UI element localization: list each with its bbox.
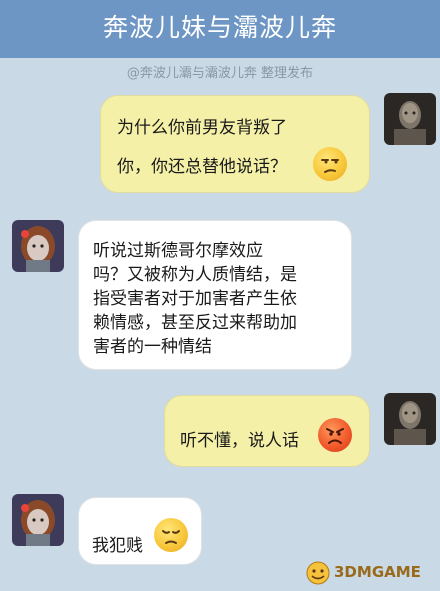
message-bubble-2[interactable]: 听说过斯德哥尔摩效应 吗？又被称为人质情结，是 指受害者对于加害者产生依 赖情感… [78,220,352,370]
message-line: 听说过斯德哥尔摩效应 [93,241,263,261]
avatar-left[interactable] [12,220,64,272]
message-line: 你，你还总替他说话？ [117,157,287,177]
smiley-logo-icon [306,561,330,585]
avatar-icon [12,494,64,546]
avatar-right[interactable] [384,93,436,145]
chat-screen: 奔波儿妹与灞波儿奔 @奔波儿灞与灞波儿奔 整理发布 为什么你前男友背叛了 你，你… [0,0,440,591]
header-bar: 奔波儿妹与灞波儿奔 [0,0,440,58]
page-title: 奔波儿妹与灞波儿奔 [102,13,337,42]
message-bubble-3[interactable]: 听不懂，说人话 [164,395,370,467]
message-line: 听不懂，说人话 [180,431,299,451]
angry-face-icon [318,418,352,452]
unamused-face-icon [313,147,347,181]
avatar-icon [384,93,436,145]
publisher-credit: @奔波儿灞与灞波儿奔 整理发布 [126,66,314,81]
message-line: 害者的一种情结 [93,337,212,357]
message-line: 吗？又被称为人质情结，是 [93,265,297,285]
message-line: 我犯贱 [92,536,143,556]
avatar-icon [384,393,436,445]
watermark-text: 3DMGAME [334,563,421,581]
message-line: 赖情感，甚至反过来帮助加 [93,313,297,333]
message-line: 为什么你前男友背叛了 [117,118,287,138]
watermark: 3DMGAME [304,561,434,587]
message-bubble-1[interactable]: 为什么你前男友背叛了 你，你还总替他说话？ [100,95,370,193]
message-bubble-4[interactable]: 我犯贱 [78,497,202,565]
message-line: 指受害者对于加害者产生依 [93,289,297,309]
avatar-right[interactable] [384,393,436,445]
avatar-left[interactable] [12,494,64,546]
pensive-face-icon [154,518,188,552]
avatar-icon [12,220,64,272]
